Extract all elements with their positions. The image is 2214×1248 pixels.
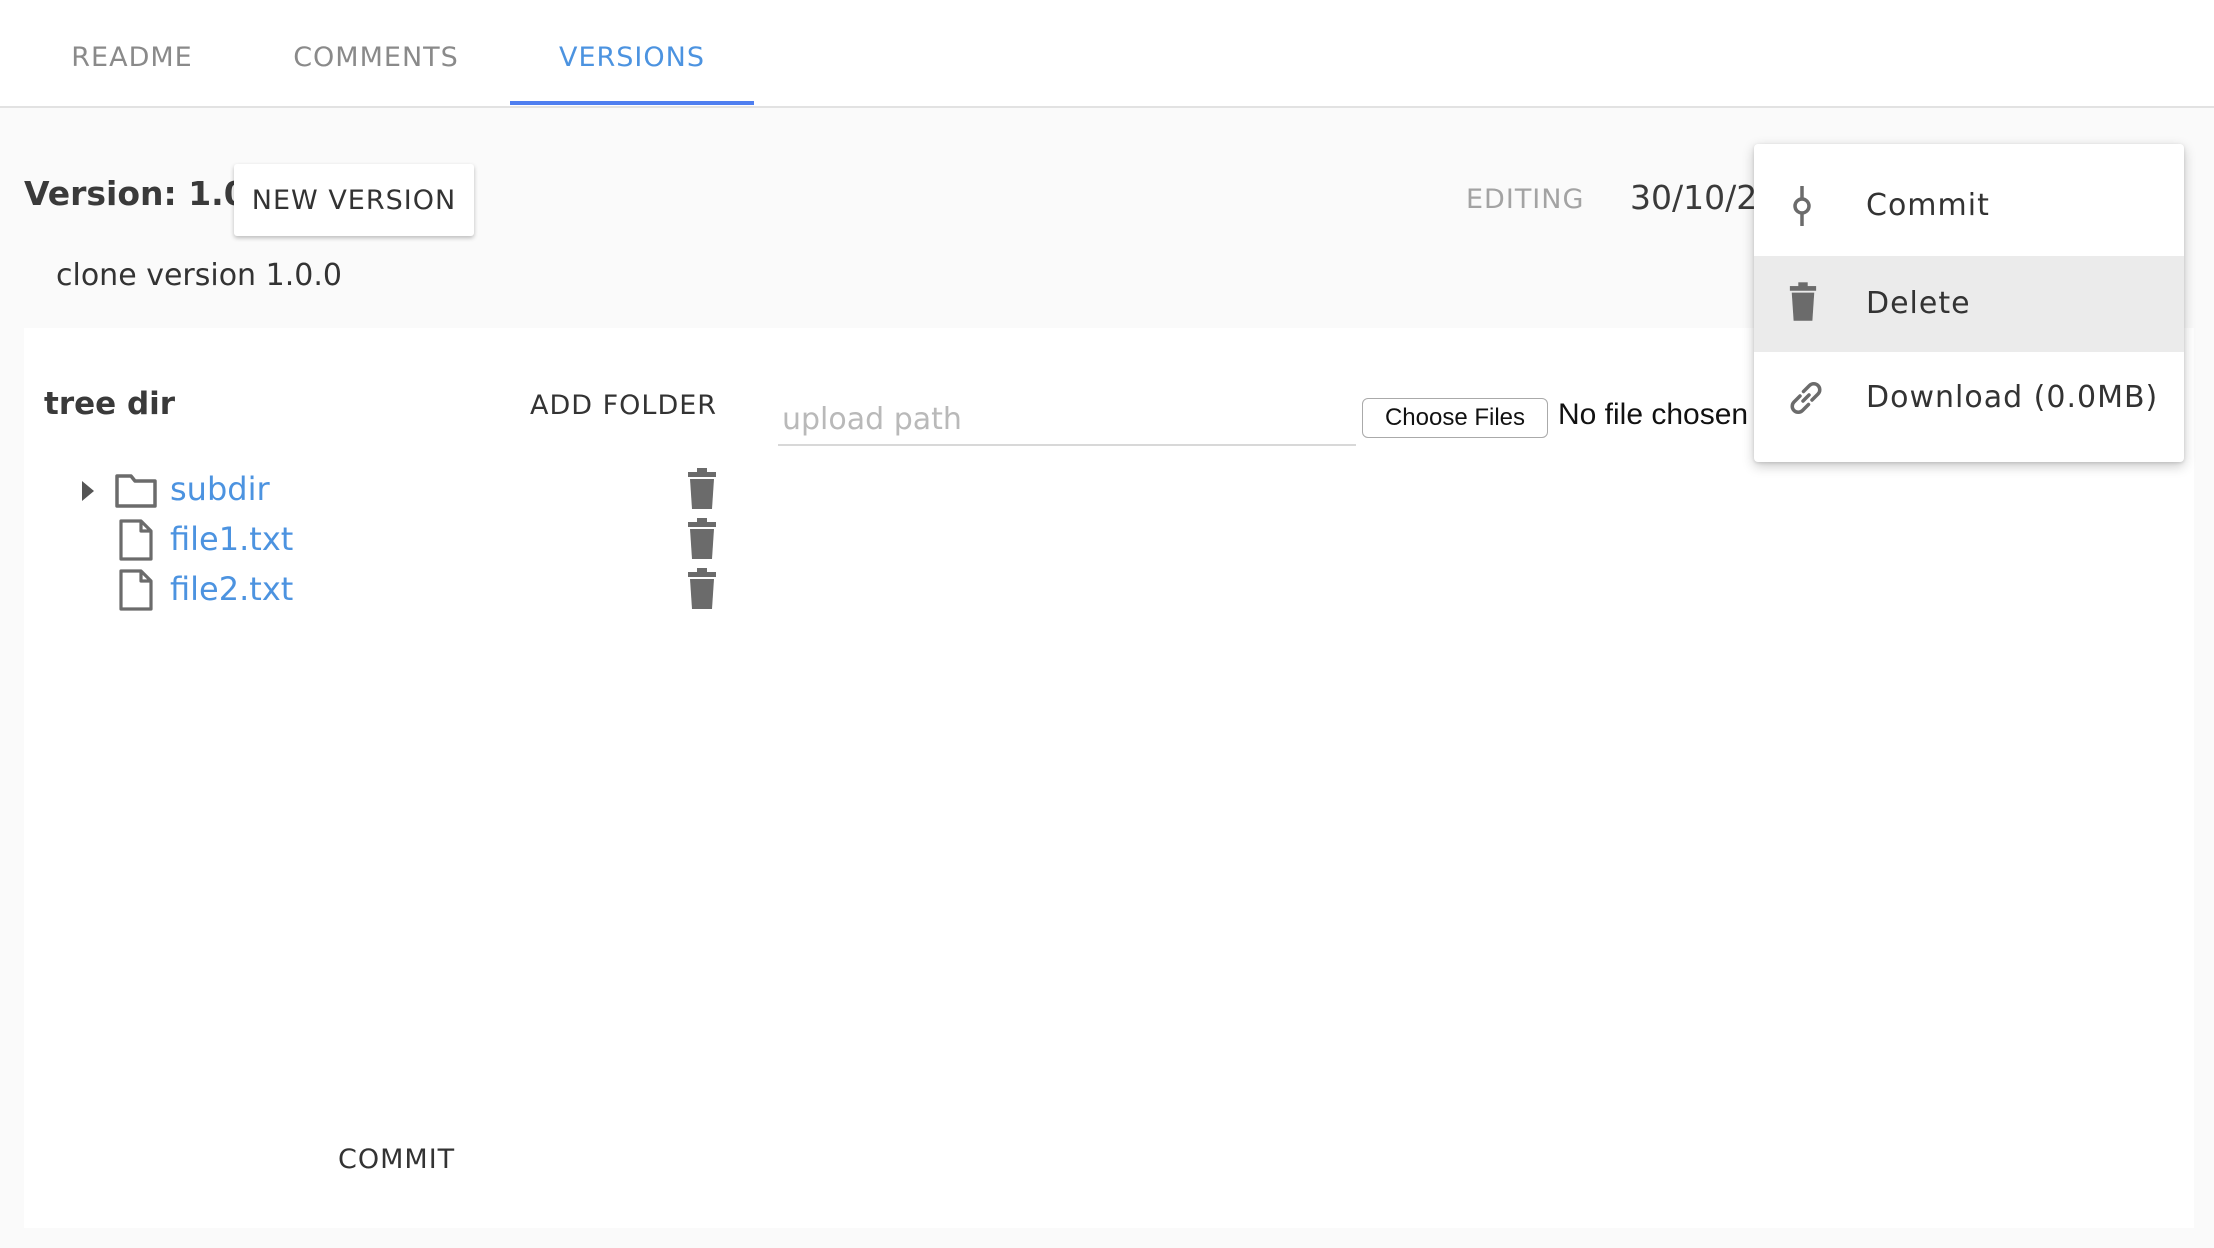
tree-row-subdir: subdir	[0, 466, 760, 516]
menu-item-label: Delete	[1866, 286, 1971, 321]
version-date: 30/10/2	[1630, 178, 1754, 217]
version-actions-menu: Commit Delete Download (0.0MB)	[1754, 144, 2184, 462]
commit-icon	[1793, 186, 1811, 226]
menu-item-label: Download (0.0MB)	[1866, 380, 2159, 415]
add-folder-button[interactable]: ADD FOLDER	[530, 390, 717, 421]
link-icon	[1790, 382, 1822, 414]
tab-comments[interactable]: COMMENTS	[264, 0, 488, 106]
tree-row-file1: file1.txt	[0, 516, 760, 566]
new-version-button[interactable]: NEW VERSION	[234, 164, 474, 236]
tree-item-name[interactable]: file2.txt	[170, 570, 293, 608]
status-badge: EDITING	[1466, 184, 1585, 215]
trash-icon	[1789, 282, 1817, 321]
menu-item-commit[interactable]: Commit	[1754, 158, 2184, 254]
file-icon	[119, 519, 153, 561]
tree-row-file2: file2.txt	[0, 566, 760, 616]
menu-item-download[interactable]: Download (0.0MB)	[1754, 350, 2184, 446]
tree-title: tree dir	[44, 386, 176, 422]
menu-item-label: Commit	[1866, 188, 1990, 223]
tab-readme[interactable]: README	[40, 0, 224, 106]
tab-bar: README COMMENTS VERSIONS	[0, 0, 2214, 108]
trash-icon[interactable]	[686, 518, 718, 560]
choose-files-button[interactable]: Choose Files	[1362, 398, 1548, 438]
version-description: clone version 1.0.0	[56, 258, 342, 293]
no-file-chosen-text: No file chosen	[1558, 398, 1749, 431]
file-panel	[24, 328, 2194, 1228]
trash-icon[interactable]	[686, 568, 718, 610]
upload-path-input[interactable]	[778, 394, 1356, 446]
trash-icon[interactable]	[686, 468, 718, 510]
tree-item-name[interactable]: file1.txt	[170, 520, 293, 558]
commit-button[interactable]: COMMIT	[338, 1144, 455, 1175]
caret-right-icon[interactable]	[80, 480, 96, 502]
file-icon	[119, 569, 153, 611]
tree-item-name[interactable]: subdir	[170, 470, 270, 508]
tab-versions[interactable]: VERSIONS	[510, 0, 754, 106]
menu-item-delete[interactable]: Delete	[1754, 256, 2184, 352]
folder-icon	[115, 474, 157, 508]
active-tab-indicator	[510, 101, 754, 105]
